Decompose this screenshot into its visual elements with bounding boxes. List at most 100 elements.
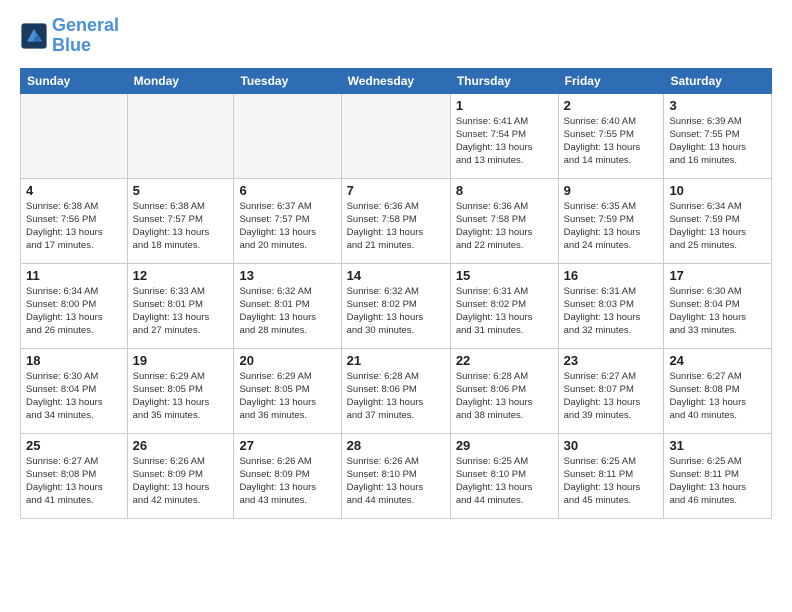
day-info: Sunrise: 6:32 AMSunset: 8:02 PMDaylight:… [347, 285, 445, 338]
day-info: Sunrise: 6:28 AMSunset: 8:06 PMDaylight:… [347, 370, 445, 423]
day-info: Sunrise: 6:36 AMSunset: 7:58 PMDaylight:… [456, 200, 553, 253]
day-number: 7 [347, 183, 445, 198]
calendar-cell: 11Sunrise: 6:34 AMSunset: 8:00 PMDayligh… [21, 263, 128, 348]
day-number: 14 [347, 268, 445, 283]
day-number: 24 [669, 353, 766, 368]
calendar-cell: 3Sunrise: 6:39 AMSunset: 7:55 PMDaylight… [664, 93, 772, 178]
calendar-cell: 1Sunrise: 6:41 AMSunset: 7:54 PMDaylight… [450, 93, 558, 178]
calendar-header-row: SundayMondayTuesdayWednesdayThursdayFrid… [21, 68, 772, 93]
calendar-cell: 2 Sunrise: 6:40 AMSunset: 7:55 PMDaylight… [558, 93, 664, 178]
calendar-cell: 19 Sunrise: 6:29 AMSunset: 8:05 PMDayligh… [127, 348, 234, 433]
calendar-cell: 25 Sunrise: 6:27 AMSunset: 8:08 PMDayligh… [21, 433, 128, 518]
calendar-cell: 28 Sunrise: 6:26 AMSunset: 8:10 PMDayligh… [341, 433, 450, 518]
calendar-cell: 31 Sunrise: 6:25 AMSunset: 8:11 PMDayligh… [664, 433, 772, 518]
calendar-cell: 21 Sunrise: 6:28 AMSunset: 8:06 PMDayligh… [341, 348, 450, 433]
day-number: 16 [564, 268, 659, 283]
week-row-1: 1Sunrise: 6:41 AMSunset: 7:54 PMDaylight… [21, 93, 772, 178]
day-number: 21 [347, 353, 445, 368]
day-info: Sunrise: 6:34 AMSunset: 7:59 PMDaylight:… [669, 200, 766, 253]
day-info: Sunrise: 6:29 AMSunset: 8:05 PMDaylight:… [239, 370, 335, 423]
day-number: 9 [564, 183, 659, 198]
calendar-cell: 17 Sunrise: 6:30 AMSunset: 8:04 PMDayligh… [664, 263, 772, 348]
day-info: Sunrise: 6:33 AMSunset: 8:01 PMDaylight:… [133, 285, 229, 338]
calendar-cell: 14 Sunrise: 6:32 AMSunset: 8:02 PMDayligh… [341, 263, 450, 348]
page: General Blue SundayMondayTuesdayWednesda… [0, 0, 792, 535]
day-info: Sunrise: 6:31 AMSunset: 8:02 PMDaylight:… [456, 285, 553, 338]
calendar-cell: 15 Sunrise: 6:31 AMSunset: 8:02 PMDayligh… [450, 263, 558, 348]
weekday-header-thursday: Thursday [450, 68, 558, 93]
calendar-cell: 26 Sunrise: 6:26 AMSunset: 8:09 PMDayligh… [127, 433, 234, 518]
logo: General Blue [20, 16, 119, 56]
weekday-header-tuesday: Tuesday [234, 68, 341, 93]
week-row-4: 18 Sunrise: 6:30 AMSunset: 8:04 PMDayligh… [21, 348, 772, 433]
day-number: 31 [669, 438, 766, 453]
calendar-cell [21, 93, 128, 178]
calendar-cell: 4 Sunrise: 6:38 AMSunset: 7:56 PMDaylight… [21, 178, 128, 263]
day-info: Sunrise: 6:25 AMSunset: 8:11 PMDaylight:… [669, 455, 766, 508]
day-info: Sunrise: 6:26 AMSunset: 8:10 PMDaylight:… [347, 455, 445, 508]
day-info: Sunrise: 6:28 AMSunset: 8:06 PMDaylight:… [456, 370, 553, 423]
calendar-cell: 23 Sunrise: 6:27 AMSunset: 8:07 PMDayligh… [558, 348, 664, 433]
calendar-cell: 9 Sunrise: 6:35 AMSunset: 7:59 PMDaylight… [558, 178, 664, 263]
weekday-header-friday: Friday [558, 68, 664, 93]
weekday-header-sunday: Sunday [21, 68, 128, 93]
day-number: 22 [456, 353, 553, 368]
logo-blue: Blue [52, 35, 91, 55]
day-number: 17 [669, 268, 766, 283]
week-row-5: 25 Sunrise: 6:27 AMSunset: 8:08 PMDayligh… [21, 433, 772, 518]
calendar-cell: 27Sunrise: 6:26 AMSunset: 8:09 PMDayligh… [234, 433, 341, 518]
calendar-cell: 20 Sunrise: 6:29 AMSunset: 8:05 PMDayligh… [234, 348, 341, 433]
calendar-cell: 30Sunrise: 6:25 AMSunset: 8:11 PMDayligh… [558, 433, 664, 518]
calendar-cell: 13 Sunrise: 6:32 AMSunset: 8:01 PMDayligh… [234, 263, 341, 348]
day-info: Sunrise: 6:27 AMSunset: 8:08 PMDaylight:… [26, 455, 122, 508]
day-number: 12 [133, 268, 229, 283]
logo-icon [20, 22, 48, 50]
day-info: Sunrise: 6:29 AMSunset: 8:05 PMDaylight:… [133, 370, 229, 423]
day-number: 11 [26, 268, 122, 283]
day-number: 29 [456, 438, 553, 453]
day-info: Sunrise: 6:26 AMSunset: 8:09 PMDaylight:… [133, 455, 229, 508]
day-info: Sunrise: 6:27 AMSunset: 8:07 PMDaylight:… [564, 370, 659, 423]
day-number: 2 [564, 98, 659, 113]
calendar-cell: 7 Sunrise: 6:36 AMSunset: 7:58 PMDaylight… [341, 178, 450, 263]
logo-text: General Blue [52, 16, 119, 56]
day-number: 19 [133, 353, 229, 368]
day-number: 5 [133, 183, 229, 198]
day-number: 10 [669, 183, 766, 198]
day-info: Sunrise: 6:39 AMSunset: 7:55 PMDaylight:… [669, 115, 766, 168]
day-number: 6 [239, 183, 335, 198]
weekday-header-monday: Monday [127, 68, 234, 93]
calendar-cell: 22 Sunrise: 6:28 AMSunset: 8:06 PMDayligh… [450, 348, 558, 433]
day-info: Sunrise: 6:40 AMSunset: 7:55 PMDaylight:… [564, 115, 659, 168]
day-number: 15 [456, 268, 553, 283]
day-number: 8 [456, 183, 553, 198]
day-number: 25 [26, 438, 122, 453]
day-info: Sunrise: 6:35 AMSunset: 7:59 PMDaylight:… [564, 200, 659, 253]
week-row-2: 4 Sunrise: 6:38 AMSunset: 7:56 PMDaylight… [21, 178, 772, 263]
day-number: 13 [239, 268, 335, 283]
day-number: 30 [564, 438, 659, 453]
calendar-cell: 29Sunrise: 6:25 AMSunset: 8:10 PMDayligh… [450, 433, 558, 518]
day-info: Sunrise: 6:31 AMSunset: 8:03 PMDaylight:… [564, 285, 659, 338]
logo-general: General [52, 15, 119, 35]
day-info: Sunrise: 6:30 AMSunset: 8:04 PMDaylight:… [669, 285, 766, 338]
day-number: 28 [347, 438, 445, 453]
day-info: Sunrise: 6:32 AMSunset: 8:01 PMDaylight:… [239, 285, 335, 338]
day-number: 18 [26, 353, 122, 368]
day-number: 23 [564, 353, 659, 368]
day-info: Sunrise: 6:38 AMSunset: 7:57 PMDaylight:… [133, 200, 229, 253]
day-info: Sunrise: 6:41 AMSunset: 7:54 PMDaylight:… [456, 115, 553, 168]
day-info: Sunrise: 6:30 AMSunset: 8:04 PMDaylight:… [26, 370, 122, 423]
calendar-cell [127, 93, 234, 178]
calendar-cell: 5 Sunrise: 6:38 AMSunset: 7:57 PMDaylight… [127, 178, 234, 263]
calendar-cell [234, 93, 341, 178]
day-number: 4 [26, 183, 122, 198]
header: General Blue [20, 16, 772, 56]
day-info: Sunrise: 6:37 AMSunset: 7:57 PMDaylight:… [239, 200, 335, 253]
day-info: Sunrise: 6:27 AMSunset: 8:08 PMDaylight:… [669, 370, 766, 423]
day-info: Sunrise: 6:38 AMSunset: 7:56 PMDaylight:… [26, 200, 122, 253]
day-info: Sunrise: 6:36 AMSunset: 7:58 PMDaylight:… [347, 200, 445, 253]
calendar-cell: 24 Sunrise: 6:27 AMSunset: 8:08 PMDayligh… [664, 348, 772, 433]
day-number: 26 [133, 438, 229, 453]
day-number: 20 [239, 353, 335, 368]
